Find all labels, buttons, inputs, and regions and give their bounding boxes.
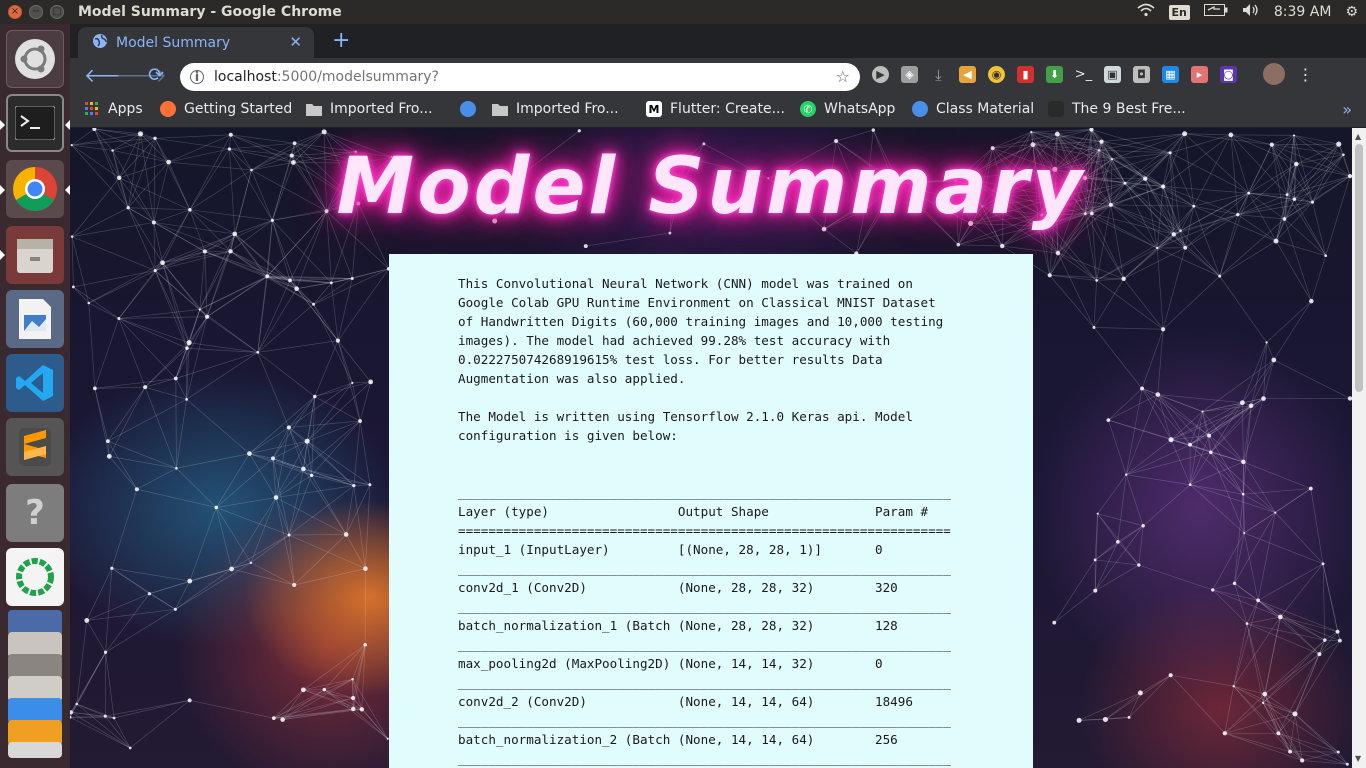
close-icon[interactable]: ✕: [289, 33, 302, 51]
folder-icon: [306, 101, 322, 117]
play-extension-icon[interactable]: ▶: [872, 66, 889, 83]
window-title: Model Summary - Google Chrome: [78, 4, 342, 20]
clock[interactable]: 8:39 AM: [1274, 4, 1332, 20]
address-bar[interactable]: i localhost:5000/modelsummary? ☆: [180, 63, 860, 91]
terminal-extension-icon[interactable]: >_: [1075, 66, 1092, 83]
url-host: localhost: [214, 69, 277, 85]
new-tab-button[interactable]: +: [332, 28, 350, 53]
shield-extension-icon[interactable]: ◈: [901, 66, 918, 83]
page-scrollbar[interactable]: ▲ ▼: [1352, 128, 1366, 768]
window-minimize-button[interactable]: −: [29, 5, 43, 19]
bookmark-globe[interactable]: [460, 101, 484, 117]
bookmark-apps[interactable]: Apps: [84, 101, 143, 117]
download-extension-icon[interactable]: ⤓: [930, 66, 947, 84]
model-summary-text: This Convolutional Neural Network (CNN) …: [458, 276, 951, 766]
window-maximize-button[interactable]: □: [50, 5, 64, 19]
globe-icon: [92, 33, 108, 53]
system-indicators: En 8:39 AM ⚙: [1137, 0, 1358, 24]
page-title: Model Summary: [336, 142, 1086, 232]
vscode-icon[interactable]: [6, 354, 64, 412]
app-ring-icon[interactable]: [6, 548, 64, 606]
folder-icon: [492, 101, 508, 117]
reload-icon[interactable]: ⟳: [148, 64, 164, 86]
globe-icon: [460, 101, 476, 117]
url-path: :5000/modelsummary?: [276, 69, 439, 85]
image-viewer-icon[interactable]: [6, 290, 64, 348]
bookmark-getting-started[interactable]: Getting Started: [160, 101, 292, 117]
video-extension-icon[interactable]: ▸: [1191, 66, 1208, 83]
scroll-up-arrow-icon[interactable]: ▲: [1355, 132, 1361, 141]
bookmarks-bar: Apps Getting Started Imported Fro... Imp…: [70, 94, 1366, 128]
keyboard-layout-indicator[interactable]: En: [1168, 4, 1190, 20]
tab-model-summary[interactable]: Model Summary ✕: [78, 27, 314, 58]
audio-extension-icon[interactable]: ◀: [959, 66, 976, 83]
profile-avatar[interactable]: [1263, 63, 1285, 85]
terminal-icon[interactable]: [6, 94, 64, 152]
browser-toolbar: 🡐 🡒 ⟳ i localhost:5000/modelsummary? ☆ ▶…: [70, 58, 1366, 94]
puzzle-extension-icon[interactable]: ▣: [1104, 66, 1121, 83]
bookmark-class-material[interactable]: Class Material: [912, 101, 1034, 117]
extensions-area: ▶ ◈ ⤓ ◀ ◉ ▮ ⬇ >_ ▣ ◘ ▦ ▸ ◙ ⋮: [872, 63, 1314, 85]
help-icon[interactable]: ?: [6, 484, 64, 542]
owl-extension-icon[interactable]: ◉: [988, 66, 1005, 83]
green-download-extension-icon[interactable]: ⬇: [1046, 66, 1063, 83]
battery-icon[interactable]: [1203, 4, 1228, 20]
firefox-icon: [160, 101, 176, 117]
scroll-down-arrow-icon[interactable]: ▼: [1355, 754, 1361, 763]
tab-title: Model Summary: [116, 34, 231, 51]
bookmark-best-free[interactable]: The 9 Best Fre...: [1048, 101, 1186, 117]
dark-icon: [1048, 101, 1064, 117]
bookmark-imported-1[interactable]: Imported Fro...: [306, 101, 433, 117]
files-icon[interactable]: [6, 226, 64, 284]
volume-icon[interactable]: [1242, 3, 1260, 21]
menu-kebab-icon[interactable]: ⋮: [1297, 65, 1314, 84]
top-panel: × − □ Model Summary - Google Chrome En 8…: [0, 0, 1366, 24]
chrome-icon[interactable]: [6, 160, 64, 218]
bookmark-flutter[interactable]: M Flutter: Create...: [646, 101, 785, 117]
window-close-button[interactable]: ×: [8, 5, 22, 19]
globe-icon: [912, 101, 928, 117]
summary-panel: This Convolutional Neural Network (CNN) …: [389, 254, 1033, 768]
apps-grid-icon: [84, 101, 100, 117]
whatsapp-icon: ✆: [800, 101, 816, 117]
ubuntu-dash-icon[interactable]: [6, 30, 64, 88]
stacked-apps-icon[interactable]: [6, 610, 64, 758]
medium-icon: M: [646, 101, 662, 117]
settings-gear-icon[interactable]: ⚙: [1345, 4, 1358, 20]
info-icon[interactable]: i: [190, 70, 204, 85]
page-viewport: Model Summary This Convolutional Neural …: [70, 128, 1352, 768]
wifi-icon[interactable]: [1137, 3, 1155, 21]
sublime-text-icon[interactable]: [6, 418, 64, 476]
tab-strip: Model Summary ✕ +: [70, 24, 1366, 58]
bookmark-whatsapp[interactable]: ✆ WhatsApp: [800, 101, 895, 117]
chevron-double-right-icon[interactable]: »: [1342, 100, 1352, 119]
grid-extension-icon[interactable]: ▦: [1162, 66, 1179, 83]
launcher: ?: [0, 24, 70, 768]
bookmark-imported-2[interactable]: Imported Fro...: [492, 101, 619, 117]
bookmark-star-icon[interactable]: ☆: [836, 67, 850, 86]
red-book-extension-icon[interactable]: ▮: [1017, 66, 1034, 83]
camera-extension-icon[interactable]: ◘: [1133, 66, 1150, 83]
scrollbar-thumb[interactable]: [1355, 144, 1363, 392]
purple-extension-icon[interactable]: ◙: [1220, 66, 1237, 83]
